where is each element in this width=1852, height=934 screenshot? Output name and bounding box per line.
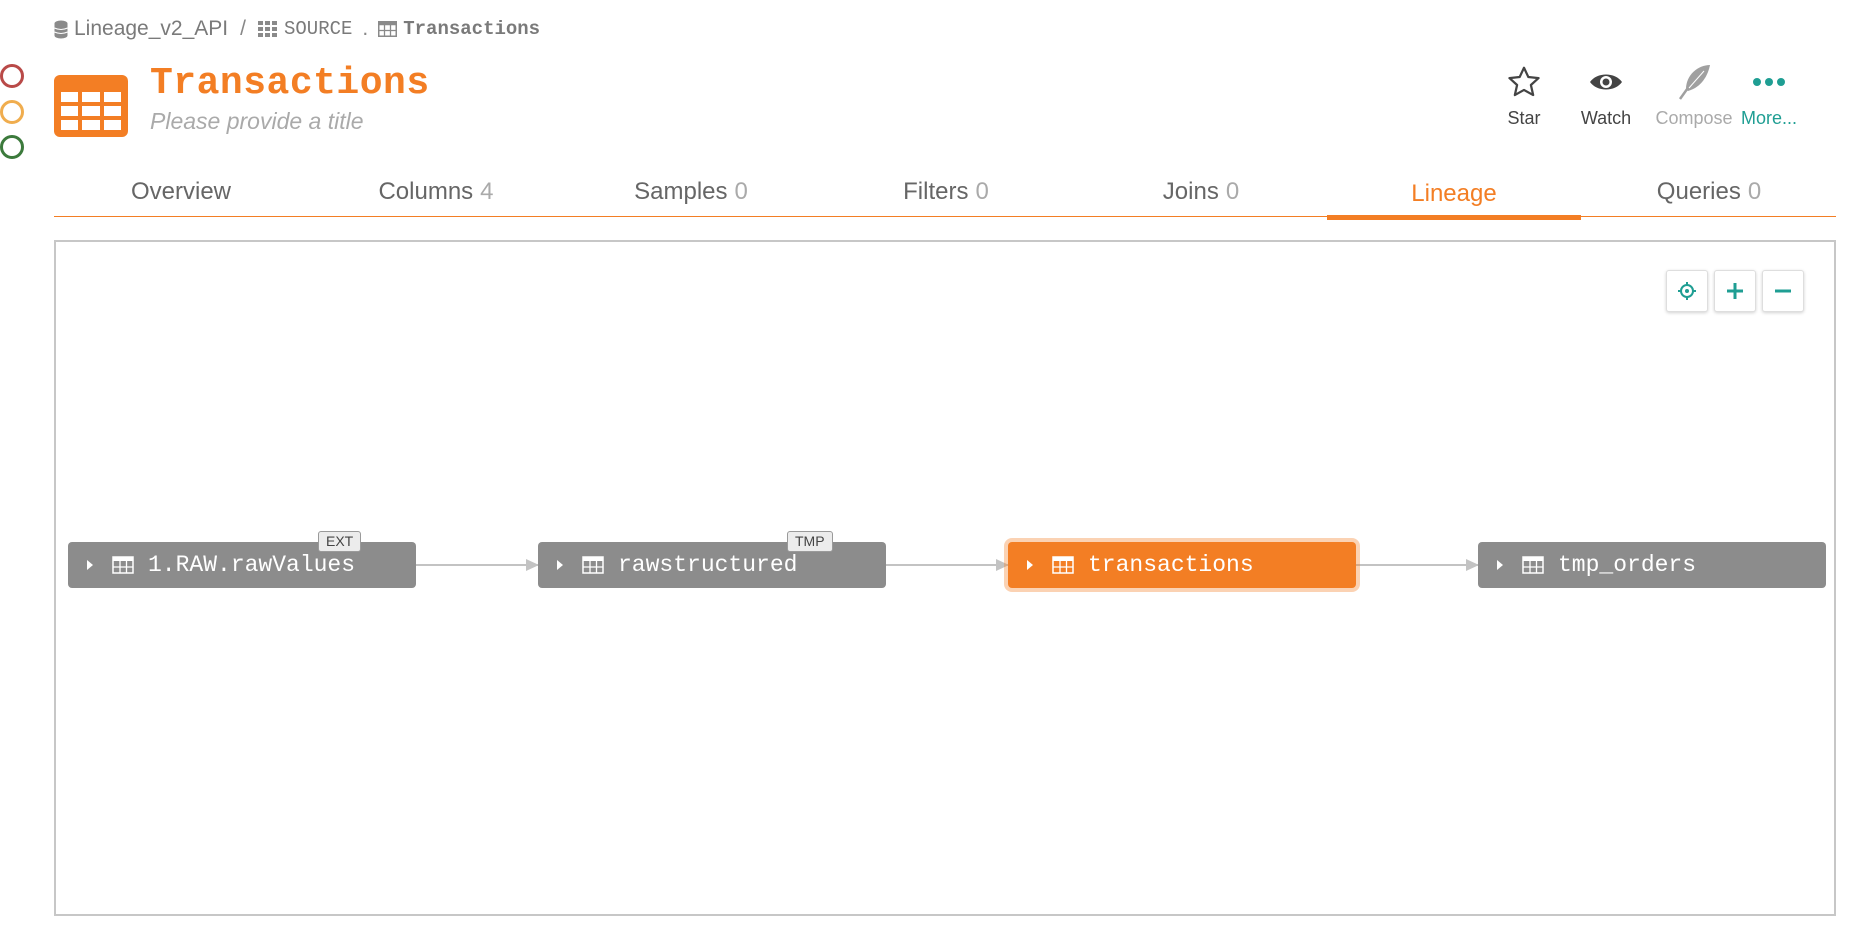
tab-count: 0 [734, 178, 748, 205]
breadcrumb: Lineage_v2_API / SOURCE . Transactions [54, 14, 540, 44]
status-circle-red [0, 64, 24, 88]
caret-right-icon[interactable] [1026, 559, 1034, 571]
node-badge: TMP [787, 531, 833, 552]
lineage-node-rawstructured[interactable]: rawstructured TMP [538, 531, 886, 588]
node-label: 1.RAW.rawValues [148, 552, 356, 578]
node-label: transactions [1088, 552, 1254, 578]
star-icon [1506, 62, 1542, 102]
status-circle-yellow [0, 100, 24, 124]
eye-icon [1589, 62, 1623, 102]
table-large-icon [54, 75, 128, 142]
page-title: Transactions [150, 62, 430, 105]
table-icon [1052, 556, 1074, 574]
tab-filters[interactable]: Filters 0 [819, 168, 1073, 216]
tab-overview[interactable]: Overview [54, 168, 308, 216]
table-icon [112, 556, 134, 574]
table-icon [1522, 556, 1544, 574]
lineage-node-tmp-orders[interactable]: tmp_orders [1478, 542, 1826, 588]
tab-count: 0 [1225, 178, 1240, 205]
tab-label: Lineage [1411, 179, 1497, 207]
caret-right-icon[interactable] [1496, 559, 1504, 571]
tab-bar: Overview Columns 4 Samples 0 Filters 0 Join… [54, 168, 1836, 220]
breadcrumb-dot: . [362, 17, 369, 40]
watch-button[interactable]: Watch [1561, 62, 1651, 129]
tab-label: Samples [634, 178, 728, 205]
database-icon [54, 20, 68, 39]
watch-label: Watch [1580, 108, 1632, 128]
caret-right-icon[interactable] [86, 559, 94, 571]
breadcrumb-table: Transactions [403, 18, 541, 40]
caret-right-icon[interactable] [556, 559, 564, 571]
tab-label: Columns [378, 178, 474, 205]
breadcrumb-database[interactable]: Lineage_v2_API [74, 17, 228, 41]
star-button[interactable]: Star [1479, 62, 1569, 129]
schema-grid-icon [257, 21, 278, 37]
more-label: More... [1740, 108, 1797, 128]
more-dots-icon [1752, 62, 1786, 102]
tab-label: Joins [1162, 178, 1219, 205]
page-subtitle[interactable]: Please provide a title [150, 108, 364, 135]
compose-label: Compose [1655, 108, 1733, 128]
tab-lineage[interactable]: Lineage [1327, 168, 1581, 220]
breadcrumb-schema[interactable]: SOURCE [284, 18, 352, 40]
feather-icon [1676, 62, 1712, 102]
tab-joins[interactable]: Joins 0 [1074, 168, 1328, 216]
node-label: rawstructured [618, 552, 798, 578]
tab-samples[interactable]: Samples 0 [564, 168, 818, 216]
tab-label: Filters [903, 178, 969, 205]
lineage-canvas[interactable]: 1.RAW.rawValues EXT rawstructured TMP tr… [54, 240, 1836, 916]
star-label: Star [1507, 108, 1541, 128]
breadcrumb-separator: / [240, 17, 246, 40]
tab-count: 0 [975, 178, 989, 205]
table-icon [582, 556, 604, 574]
tab-count: 0 [1747, 178, 1762, 205]
tab-columns[interactable]: Columns 4 [309, 168, 563, 216]
lineage-node-transactions[interactable]: transactions [1008, 542, 1356, 588]
tab-queries[interactable]: Queries 0 [1582, 168, 1836, 216]
tab-label: Queries [1656, 178, 1741, 205]
node-badge: EXT [318, 531, 362, 552]
tab-label: Overview [130, 178, 232, 205]
status-circle-green [0, 135, 24, 159]
node-label: tmp_orders [1558, 552, 1697, 578]
tab-count: 4 [480, 178, 494, 205]
table-icon [378, 21, 398, 37]
lineage-node-rawvalues[interactable]: 1.RAW.rawValues EXT [68, 531, 416, 588]
more-button[interactable]: More... [1724, 62, 1814, 129]
